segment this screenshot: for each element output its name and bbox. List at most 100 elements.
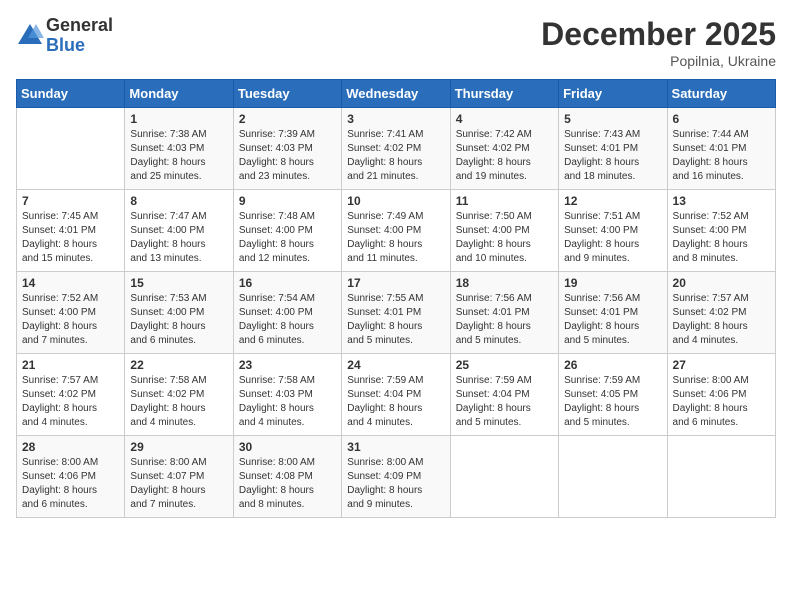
cell-4-1: 29Sunrise: 8:00 AM Sunset: 4:07 PM Dayli… [125, 436, 233, 518]
cell-0-2: 2Sunrise: 7:39 AM Sunset: 4:03 PM Daylig… [233, 108, 341, 190]
day-number: 21 [22, 358, 119, 372]
cell-4-3: 31 Sunrise: 8:00 AM Sunset: 4:09 PM Dayli… [342, 436, 450, 518]
day-number: 25 [456, 358, 553, 372]
day-number: 19 [564, 276, 661, 290]
cell-data: Sunrise: 7:59 AM Sunset: 4:04 PM Dayligh… [347, 374, 444, 430]
cell-2-2: 16Sunrise: 7:54 AM Sunset: 4:00 PM Dayli… [233, 272, 341, 354]
cell-3-1: 22 Sunrise: 7:58 AM Sunset: 4:02 PM Dayli… [125, 354, 233, 436]
day-number: 14 [22, 276, 119, 290]
week-row-2: 14 Sunrise: 7:52 AM Sunset: 4:00 PM Dayli… [17, 272, 776, 354]
day-number: 27 [673, 358, 770, 372]
cell-data: Sunrise: 7:42 AM Sunset: 4:02 PM Dayligh… [456, 128, 553, 184]
cell-4-0: 28 Sunrise: 8:00 AM Sunset: 4:06 PM Dayli… [17, 436, 125, 518]
day-number: 24 [347, 358, 444, 372]
week-row-0: 1Sunrise: 7:38 AM Sunset: 4:03 PM Daylig… [17, 108, 776, 190]
cell-data: Sunrise: 7:49 AM Sunset: 4:00 PM Dayligh… [347, 210, 444, 266]
day-number: 23 [239, 358, 336, 372]
cell-data: Sunrise: 7:51 AM Sunset: 4:00 PM Dayligh… [564, 210, 661, 266]
cell-1-1: 8 Sunrise: 7:47 AM Sunset: 4:00 PM Daylig… [125, 190, 233, 272]
col-thursday: Thursday [450, 80, 558, 108]
cell-0-4: 4 Sunrise: 7:42 AM Sunset: 4:02 PM Daylig… [450, 108, 558, 190]
col-tuesday: Tuesday [233, 80, 341, 108]
cell-data: Sunrise: 7:55 AM Sunset: 4:01 PM Dayligh… [347, 292, 444, 348]
day-number: 12 [564, 194, 661, 208]
day-number: 20 [673, 276, 770, 290]
day-number: 11 [456, 194, 553, 208]
cell-data: Sunrise: 7:48 AM Sunset: 4:00 PM Dayligh… [239, 210, 336, 266]
logo: General Blue [16, 16, 113, 56]
week-row-3: 21 Sunrise: 7:57 AM Sunset: 4:02 PM Dayli… [17, 354, 776, 436]
cell-0-3: 3 Sunrise: 7:41 AM Sunset: 4:02 PM Daylig… [342, 108, 450, 190]
calendar-body: 1Sunrise: 7:38 AM Sunset: 4:03 PM Daylig… [17, 108, 776, 518]
cell-1-3: 10 Sunrise: 7:49 AM Sunset: 4:00 PM Dayli… [342, 190, 450, 272]
day-number: 13 [673, 194, 770, 208]
cell-data: Sunrise: 7:43 AM Sunset: 4:01 PM Dayligh… [564, 128, 661, 184]
day-number: 28 [22, 440, 119, 454]
cell-3-6: 27 Sunrise: 8:00 AM Sunset: 4:06 PM Dayli… [667, 354, 775, 436]
day-number: 26 [564, 358, 661, 372]
calendar-header: Sunday Monday Tuesday Wednesday Thursday… [17, 80, 776, 108]
day-number: 8 [130, 194, 227, 208]
cell-2-1: 15 Sunrise: 7:53 AM Sunset: 4:00 PM Dayli… [125, 272, 233, 354]
cell-2-4: 18Sunrise: 7:56 AM Sunset: 4:01 PM Dayli… [450, 272, 558, 354]
cell-1-2: 9Sunrise: 7:48 AM Sunset: 4:00 PM Daylig… [233, 190, 341, 272]
cell-data: Sunrise: 8:00 AM Sunset: 4:09 PM Dayligh… [347, 456, 444, 512]
cell-4-6 [667, 436, 775, 518]
cell-data: Sunrise: 7:50 AM Sunset: 4:00 PM Dayligh… [456, 210, 553, 266]
day-number: 17 [347, 276, 444, 290]
day-number: 3 [347, 112, 444, 126]
cell-4-2: 30 Sunrise: 8:00 AM Sunset: 4:08 PM Dayli… [233, 436, 341, 518]
cell-3-4: 25 Sunrise: 7:59 AM Sunset: 4:04 PM Dayli… [450, 354, 558, 436]
day-number: 22 [130, 358, 227, 372]
day-number: 4 [456, 112, 553, 126]
cell-data: Sunrise: 7:41 AM Sunset: 4:02 PM Dayligh… [347, 128, 444, 184]
cell-data: Sunrise: 8:00 AM Sunset: 4:06 PM Dayligh… [673, 374, 770, 430]
cell-data: Sunrise: 7:56 AM Sunset: 4:01 PM Dayligh… [564, 292, 661, 348]
cell-data: Sunrise: 7:58 AM Sunset: 4:02 PM Dayligh… [130, 374, 227, 430]
logo-blue: Blue [46, 36, 113, 56]
logo-icon [16, 22, 44, 50]
day-number: 6 [673, 112, 770, 126]
day-number: 15 [130, 276, 227, 290]
cell-4-5 [559, 436, 667, 518]
week-row-4: 28 Sunrise: 8:00 AM Sunset: 4:06 PM Dayli… [17, 436, 776, 518]
cell-1-6: 13Sunrise: 7:52 AM Sunset: 4:00 PM Dayli… [667, 190, 775, 272]
cell-data: Sunrise: 8:00 AM Sunset: 4:08 PM Dayligh… [239, 456, 336, 512]
cell-data: Sunrise: 7:53 AM Sunset: 4:00 PM Dayligh… [130, 292, 227, 348]
day-number: 7 [22, 194, 119, 208]
cell-3-3: 24 Sunrise: 7:59 AM Sunset: 4:04 PM Dayli… [342, 354, 450, 436]
cell-data: Sunrise: 7:56 AM Sunset: 4:01 PM Dayligh… [456, 292, 553, 348]
location: Popilnia, Ukraine [541, 53, 776, 69]
cell-data: Sunrise: 7:52 AM Sunset: 4:00 PM Dayligh… [22, 292, 119, 348]
page-header: General Blue December 2025 Popilnia, Ukr… [16, 16, 776, 69]
cell-data: Sunrise: 8:00 AM Sunset: 4:06 PM Dayligh… [22, 456, 119, 512]
col-sunday: Sunday [17, 80, 125, 108]
cell-0-1: 1Sunrise: 7:38 AM Sunset: 4:03 PM Daylig… [125, 108, 233, 190]
col-saturday: Saturday [667, 80, 775, 108]
cell-data: Sunrise: 7:47 AM Sunset: 4:00 PM Dayligh… [130, 210, 227, 266]
month-year: December 2025 [541, 16, 776, 53]
cell-3-5: 26Sunrise: 7:59 AM Sunset: 4:05 PM Dayli… [559, 354, 667, 436]
cell-2-6: 20Sunrise: 7:57 AM Sunset: 4:02 PM Dayli… [667, 272, 775, 354]
cell-data: Sunrise: 7:57 AM Sunset: 4:02 PM Dayligh… [22, 374, 119, 430]
week-row-1: 7Sunrise: 7:45 AM Sunset: 4:01 PM Daylig… [17, 190, 776, 272]
cell-2-5: 19 Sunrise: 7:56 AM Sunset: 4:01 PM Dayli… [559, 272, 667, 354]
day-number: 30 [239, 440, 336, 454]
cell-1-0: 7Sunrise: 7:45 AM Sunset: 4:01 PM Daylig… [17, 190, 125, 272]
cell-3-2: 23Sunrise: 7:58 AM Sunset: 4:03 PM Dayli… [233, 354, 341, 436]
cell-data: Sunrise: 7:59 AM Sunset: 4:04 PM Dayligh… [456, 374, 553, 430]
cell-0-5: 5 Sunrise: 7:43 AM Sunset: 4:01 PM Daylig… [559, 108, 667, 190]
cell-2-3: 17 Sunrise: 7:55 AM Sunset: 4:01 PM Dayli… [342, 272, 450, 354]
cell-1-4: 11 Sunrise: 7:50 AM Sunset: 4:00 PM Dayli… [450, 190, 558, 272]
cell-1-5: 12 Sunrise: 7:51 AM Sunset: 4:00 PM Dayli… [559, 190, 667, 272]
day-number: 31 [347, 440, 444, 454]
header-row: Sunday Monday Tuesday Wednesday Thursday… [17, 80, 776, 108]
cell-data: Sunrise: 7:54 AM Sunset: 4:00 PM Dayligh… [239, 292, 336, 348]
day-number: 2 [239, 112, 336, 126]
cell-3-0: 21 Sunrise: 7:57 AM Sunset: 4:02 PM Dayli… [17, 354, 125, 436]
day-number: 10 [347, 194, 444, 208]
day-number: 5 [564, 112, 661, 126]
cell-data: Sunrise: 7:44 AM Sunset: 4:01 PM Dayligh… [673, 128, 770, 184]
cell-data: Sunrise: 8:00 AM Sunset: 4:07 PM Dayligh… [130, 456, 227, 512]
cell-data: Sunrise: 7:38 AM Sunset: 4:03 PM Dayligh… [130, 128, 227, 184]
